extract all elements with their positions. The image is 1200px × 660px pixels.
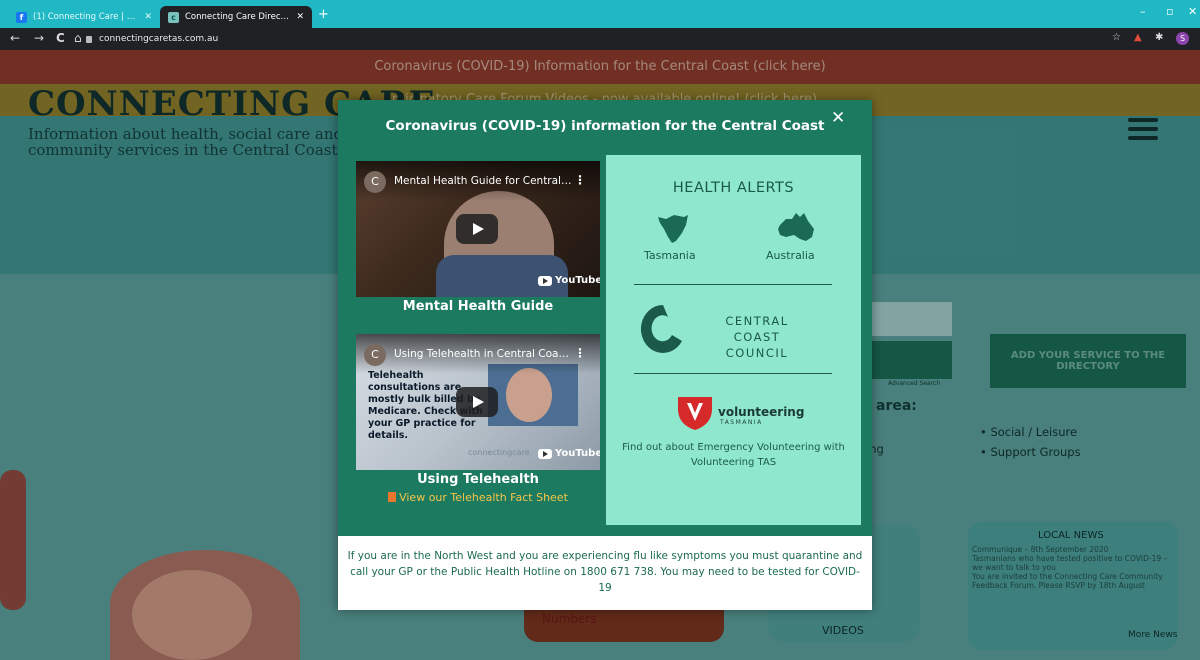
health-alerts-panel: HEALTH ALERTS Tasmania Australia CENTRAL… xyxy=(606,155,861,525)
profile-avatar[interactable]: S xyxy=(1176,32,1189,45)
volunteering-link[interactable]: Find out about Emergency Volunteering wi… xyxy=(616,440,851,470)
tab-title: (1) Connecting Care | Facebook xyxy=(33,12,138,22)
channel-avatar[interactable]: C xyxy=(364,171,386,193)
tab-facebook[interactable]: f (1) Connecting Care | Facebook ✕ xyxy=(8,6,160,28)
divider xyxy=(634,373,832,374)
pdf-icon xyxy=(388,492,397,502)
new-tab-button[interactable]: + xyxy=(318,7,329,22)
video-telehealth[interactable]: C Using Telehealth in Central Coa… ⋮ Tel… xyxy=(356,334,600,470)
browser-toolbar: ← → C ⌂ connectingcaretas.com.au ☆ ▲ ✱ xyxy=(0,28,1200,50)
australia-link[interactable]: Australia xyxy=(766,249,815,262)
tasmania-map-icon[interactable] xyxy=(656,213,690,245)
address-bar[interactable]: connectingcaretas.com.au xyxy=(86,31,1106,47)
divider xyxy=(634,284,832,285)
bookmark-star-icon[interactable]: ☆ xyxy=(1112,32,1121,43)
maximize-icon[interactable]: ▫ xyxy=(1166,5,1173,18)
extensions-icon[interactable]: ✱ xyxy=(1155,32,1163,43)
tasmania-link[interactable]: Tasmania xyxy=(644,249,696,262)
pdf-extension-icon[interactable]: ▲ xyxy=(1134,32,1142,43)
video-watermark: connectingcare xyxy=(468,448,530,457)
play-button-icon[interactable] xyxy=(456,214,498,244)
quarantine-notice: If you are in the North West and you are… xyxy=(338,536,872,610)
more-options-icon[interactable]: ⋮ xyxy=(574,346,586,360)
central-coast-council-logo-icon[interactable] xyxy=(638,301,688,357)
telehealth-fact-sheet-link[interactable]: View our Telehealth Fact Sheet xyxy=(356,491,600,504)
minimize-icon[interactable]: – xyxy=(1140,5,1146,18)
more-options-icon[interactable]: ⋮ xyxy=(574,173,586,187)
channel-avatar[interactable]: C xyxy=(364,344,386,366)
youtube-icon xyxy=(538,275,552,286)
video-thumbnail-face xyxy=(506,368,552,422)
modal-title: Coronavirus (COVID-19) information for t… xyxy=(385,118,825,134)
volunteering-logo-text[interactable]: volunteering xyxy=(718,405,804,419)
youtube-icon xyxy=(538,448,552,459)
youtube-logo[interactable]: YouTube xyxy=(538,448,600,459)
youtube-logo[interactable]: YouTube xyxy=(538,275,600,286)
video-title[interactable]: Mental Health Guide for Central… xyxy=(394,175,571,187)
close-tab-icon[interactable]: ✕ xyxy=(296,12,304,22)
close-window-icon[interactable]: ✕ xyxy=(1188,5,1197,18)
close-icon[interactable]: ✕ xyxy=(831,108,845,128)
tab-connecting-care[interactable]: c Connecting Care Directory – Find ✕ xyxy=(160,6,312,28)
forward-icon[interactable]: → xyxy=(34,31,44,45)
close-tab-icon[interactable]: ✕ xyxy=(144,12,152,22)
covid-info-modal: Coronavirus (COVID-19) information for t… xyxy=(338,100,872,610)
australia-map-icon[interactable] xyxy=(776,211,816,245)
back-icon[interactable]: ← xyxy=(10,31,20,45)
video-mental-health[interactable]: C Mental Health Guide for Central… ⋮ You… xyxy=(356,161,600,297)
url-text: connectingcaretas.com.au xyxy=(99,34,219,44)
video-caption: Using Telehealth xyxy=(417,472,539,487)
health-alerts-title: HEALTH ALERTS xyxy=(672,180,795,196)
lock-icon xyxy=(86,35,92,43)
video-title[interactable]: Using Telehealth in Central Coa… xyxy=(394,348,569,360)
tab-title: Connecting Care Directory – Find xyxy=(185,12,290,22)
central-coast-council-link[interactable]: CENTRAL COAST COUNCIL xyxy=(702,313,812,361)
home-icon[interactable]: ⌂ xyxy=(74,31,82,45)
volunteering-logo-icon[interactable] xyxy=(676,395,714,431)
browser-tab-bar: f (1) Connecting Care | Facebook ✕ c Con… xyxy=(0,0,1200,28)
site-icon: c xyxy=(168,11,179,23)
volunteering-logo-subtext: TASMANIA xyxy=(720,419,763,426)
play-button-icon[interactable] xyxy=(456,387,498,417)
facebook-icon: f xyxy=(16,11,27,23)
video-caption: Mental Health Guide xyxy=(402,299,554,314)
reload-icon[interactable]: C xyxy=(56,31,65,45)
